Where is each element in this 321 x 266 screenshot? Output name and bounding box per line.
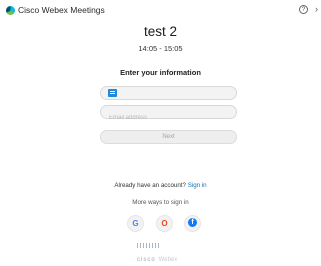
meeting-title: test 2 <box>143 24 178 39</box>
cisco-bars-icon <box>137 243 159 248</box>
name-field[interactable] <box>100 86 237 105</box>
google-icon: G <box>132 219 139 228</box>
webex-wordmark: Webex <box>158 257 178 263</box>
next-button[interactable]: Next <box>100 130 237 144</box>
more-ways-label: More ways to sign in <box>132 199 189 206</box>
autofill-icon[interactable] <box>108 89 117 97</box>
facebook-icon: f <box>188 218 197 228</box>
cisco-webex-logo: cisco Webex <box>137 243 177 263</box>
name-input[interactable] <box>101 93 236 105</box>
app-title: Cisco Webex Meetings <box>18 5 105 15</box>
office-icon: O <box>161 219 168 228</box>
meeting-time: 14:05 - 15:05 <box>138 44 183 53</box>
help-icon[interactable]: ? <box>299 5 308 14</box>
title-bar: Cisco Webex Meetings ? › <box>0 0 321 22</box>
office-signin-button[interactable]: O <box>156 215 173 232</box>
google-signin-button[interactable]: G <box>127 215 144 232</box>
chevron-right-icon[interactable]: › <box>315 4 318 14</box>
email-field[interactable] <box>100 105 237 124</box>
cisco-wordmark: cisco <box>137 257 156 263</box>
sign-in-link[interactable]: Sign in <box>188 182 207 189</box>
email-input[interactable] <box>101 112 236 124</box>
account-prompt-text: Already have an account? <box>114 182 186 189</box>
facebook-signin-button[interactable]: f <box>184 215 201 232</box>
webex-logo-icon <box>6 6 15 15</box>
account-prompt: Already have an account? Sign in <box>0 182 321 189</box>
form-heading: Enter your information <box>120 68 201 77</box>
